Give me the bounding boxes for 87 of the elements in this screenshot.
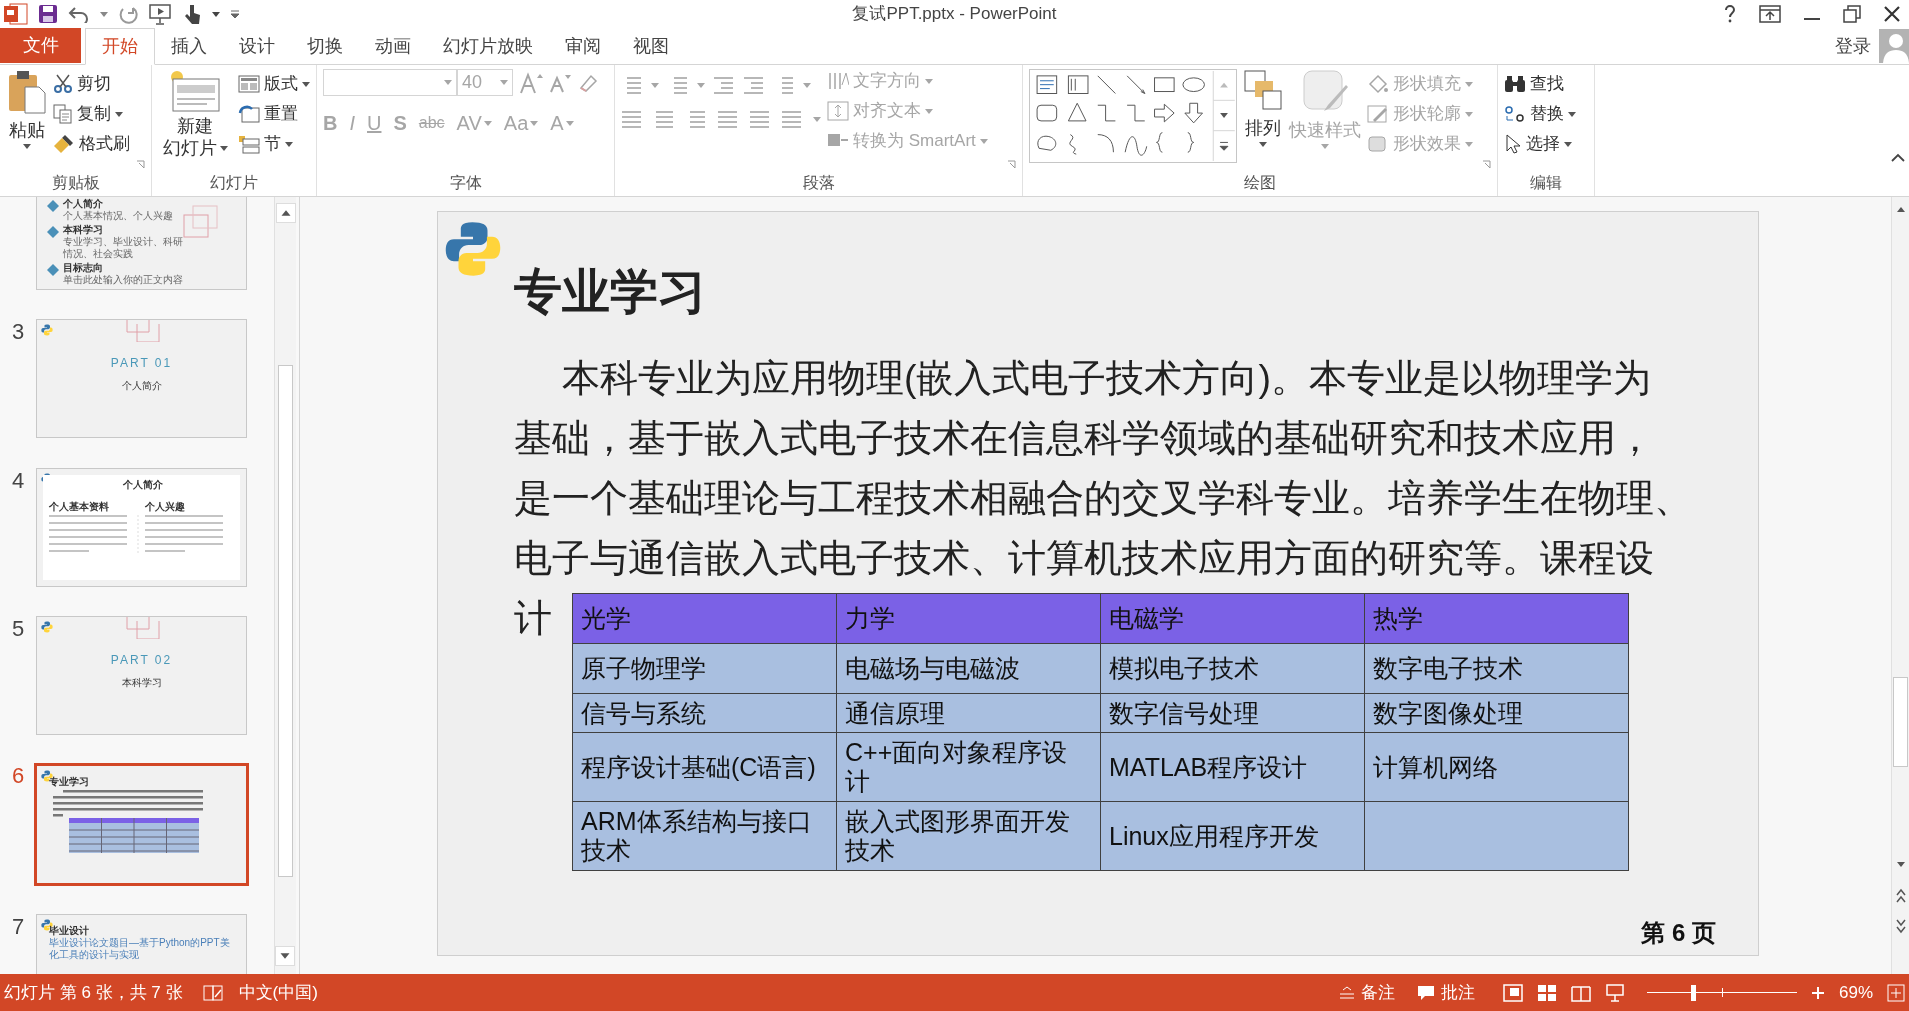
- clipboard-button[interactable]: 剪切: [53, 69, 130, 99]
- thumbnail-text: 专业学习、毕业设计、科研情况、社会实践: [63, 236, 184, 260]
- thumbnail-text: 单击此处输入你的正文内容: [63, 274, 183, 286]
- slide-thumbnail[interactable]: PART 01 个人简介: [36, 319, 247, 438]
- sign-in-link[interactable]: 登录: [1835, 32, 1871, 60]
- slide-number: 7: [12, 914, 25, 939]
- table-cell: 嵌入式图形界面开发技术: [836, 801, 1101, 871]
- comments-button[interactable]: 批注: [1416, 979, 1475, 1006]
- table-cell: 信号与系统: [572, 693, 837, 733]
- ribbon-tab[interactable]: 开始: [85, 28, 155, 65]
- clipboard-button[interactable]: 格式刷: [53, 129, 130, 159]
- group-label: 幻灯片: [210, 173, 258, 193]
- table-cell: 数字图像处理: [1364, 693, 1629, 733]
- ribbon-tab[interactable]: 文件: [0, 28, 81, 63]
- thumbnail-title: 个人简介: [122, 478, 164, 492]
- thumbnail-text: 个人基本情况、个人兴趣: [63, 210, 173, 222]
- thumbnail-heading: 个人简介: [63, 198, 104, 210]
- thumbnail-title: 专业学习: [49, 775, 89, 789]
- thumbnail-title: 个人简介: [121, 379, 162, 393]
- editing-button[interactable]: 选择: [1504, 129, 1576, 159]
- slide-title: 专业学习: [514, 264, 706, 320]
- arrange-button[interactable]: 排列: [1243, 69, 1283, 147]
- group-label: 绘图: [1244, 173, 1276, 193]
- ribbon-tab[interactable]: 审阅: [549, 28, 617, 64]
- table-cell: ARM体系结构与接口技术: [572, 801, 837, 871]
- table-cell: MATLAB程序设计: [1100, 732, 1365, 802]
- slides-button[interactable]: 版式: [238, 69, 310, 99]
- ribbon-tab[interactable]: 幻灯片放映: [427, 28, 549, 64]
- table-cell: 计算机网络: [1364, 732, 1629, 802]
- editing-button[interactable]: 查找: [1504, 69, 1576, 99]
- group-label: 段落: [802, 173, 835, 193]
- table-header-cell: 光学: [572, 593, 837, 644]
- thumbnail-heading: 个人基本资料: [49, 500, 109, 514]
- slides-button[interactable]: 重置: [238, 99, 310, 129]
- table-cell: 通信原理: [836, 693, 1101, 733]
- thumbnail-title: 毕业设计: [49, 925, 90, 937]
- ribbon-tab[interactable]: 插入: [155, 28, 223, 64]
- slide-number: 4: [12, 468, 25, 493]
- table-cell: 电磁场与电磁波: [836, 643, 1101, 694]
- paragraph-line: 本科专业为应用物理(嵌入式电子技术方向)。本专业是以物理学为: [561, 356, 1651, 401]
- slide-thumbnail[interactable]: PART 02 本科学习: [36, 616, 247, 735]
- new-slide-button[interactable]: 新建 幻灯片: [158, 69, 232, 159]
- paste-button[interactable]: 粘贴: [6, 69, 47, 149]
- table-cell: 数字信号处理: [1100, 693, 1365, 733]
- table-cell: 原子物理学: [572, 643, 837, 694]
- window-title: 复试PPT.pptx - PowerPoint: [852, 3, 1057, 26]
- slide-thumbnail[interactable]: 个人简介 个人基本情况、个人兴趣 本科学习 专业学习、毕业设计、科研情况、社会实践 目标志向 单击此处输入你的正文内容: [36, 197, 247, 290]
- thumbnail-part-label: PART 01: [110, 355, 173, 372]
- paragraph-line: 基础，基于嵌入式电子技术在信息科学领域的基础研究和技术应用，: [514, 416, 1654, 461]
- table-cell: 数字电子技术: [1364, 643, 1629, 694]
- slide-thumbnail[interactable]: 专业学习: [34, 763, 249, 886]
- group-label: 剪贴板: [51, 173, 100, 193]
- thumbnail-title: 本科学习: [121, 676, 162, 690]
- paragraph-line: 是一个基础理论与工程技术相融合的交叉学科专业。培养学生在物理、: [514, 476, 1692, 521]
- paragraph-line: 电子与通信嵌入式电子技术、计算机技术应用方面的研究等。课程设: [514, 536, 1654, 581]
- ribbon-tab[interactable]: 动画: [359, 28, 427, 64]
- thumbnail-part-label: PART 02: [110, 652, 173, 669]
- group-label: 编辑: [1530, 173, 1562, 193]
- table-header-cell: 电磁学: [1100, 593, 1365, 644]
- page-number: 第 6 页: [1641, 918, 1716, 948]
- ribbon-tab[interactable]: 切换: [291, 28, 359, 64]
- slide-counter: 幻灯片 第 6 张，共 7 张: [4, 981, 183, 1004]
- ribbon-tab[interactable]: 设计: [223, 28, 291, 64]
- slide-number: 3: [12, 319, 25, 344]
- slide-thumbnail[interactable]: 毕业设计 毕业设计论文题目—基于Python的PPT美化工具的设计与实现: [36, 914, 247, 974]
- clipboard-button[interactable]: 复制: [53, 99, 130, 129]
- thumbnail-heading: 本科学习: [63, 224, 104, 236]
- thumbnail-heading: 个人兴趣: [145, 500, 185, 514]
- table-cell: 模拟电子技术: [1100, 643, 1365, 694]
- zoom-level[interactable]: 69%: [1838, 979, 1873, 1006]
- slide-thumbnail[interactable]: 个人简介 个人基本资料 个人兴趣: [36, 468, 247, 587]
- table-cell: 程序设计基础(C语言): [572, 732, 837, 802]
- table-cell: Linux应用程序开发: [1100, 801, 1365, 871]
- notes-button[interactable]: 备注: [1338, 979, 1395, 1006]
- slide-number: 6: [12, 763, 25, 788]
- paragraph-line: 计: [514, 596, 552, 641]
- slides-button[interactable]: 节: [238, 129, 310, 159]
- table-header-cell: 热学: [1364, 593, 1629, 644]
- editing-button[interactable]: 替换: [1504, 99, 1576, 129]
- table-cell: C++面向对象程序设计: [836, 732, 1101, 802]
- ribbon-tab[interactable]: 视图: [617, 28, 685, 64]
- thumbnail-text: 毕业设计论文题目—基于Python的PPT美化工具的设计与实现: [49, 937, 231, 961]
- thumbnail-heading: 目标志向: [63, 262, 104, 274]
- slide-number: 5: [12, 616, 25, 641]
- language-indicator[interactable]: 中文(中国): [238, 979, 318, 1006]
- table-header-cell: 力学: [836, 593, 1101, 644]
- group-label: 字体: [449, 173, 482, 193]
